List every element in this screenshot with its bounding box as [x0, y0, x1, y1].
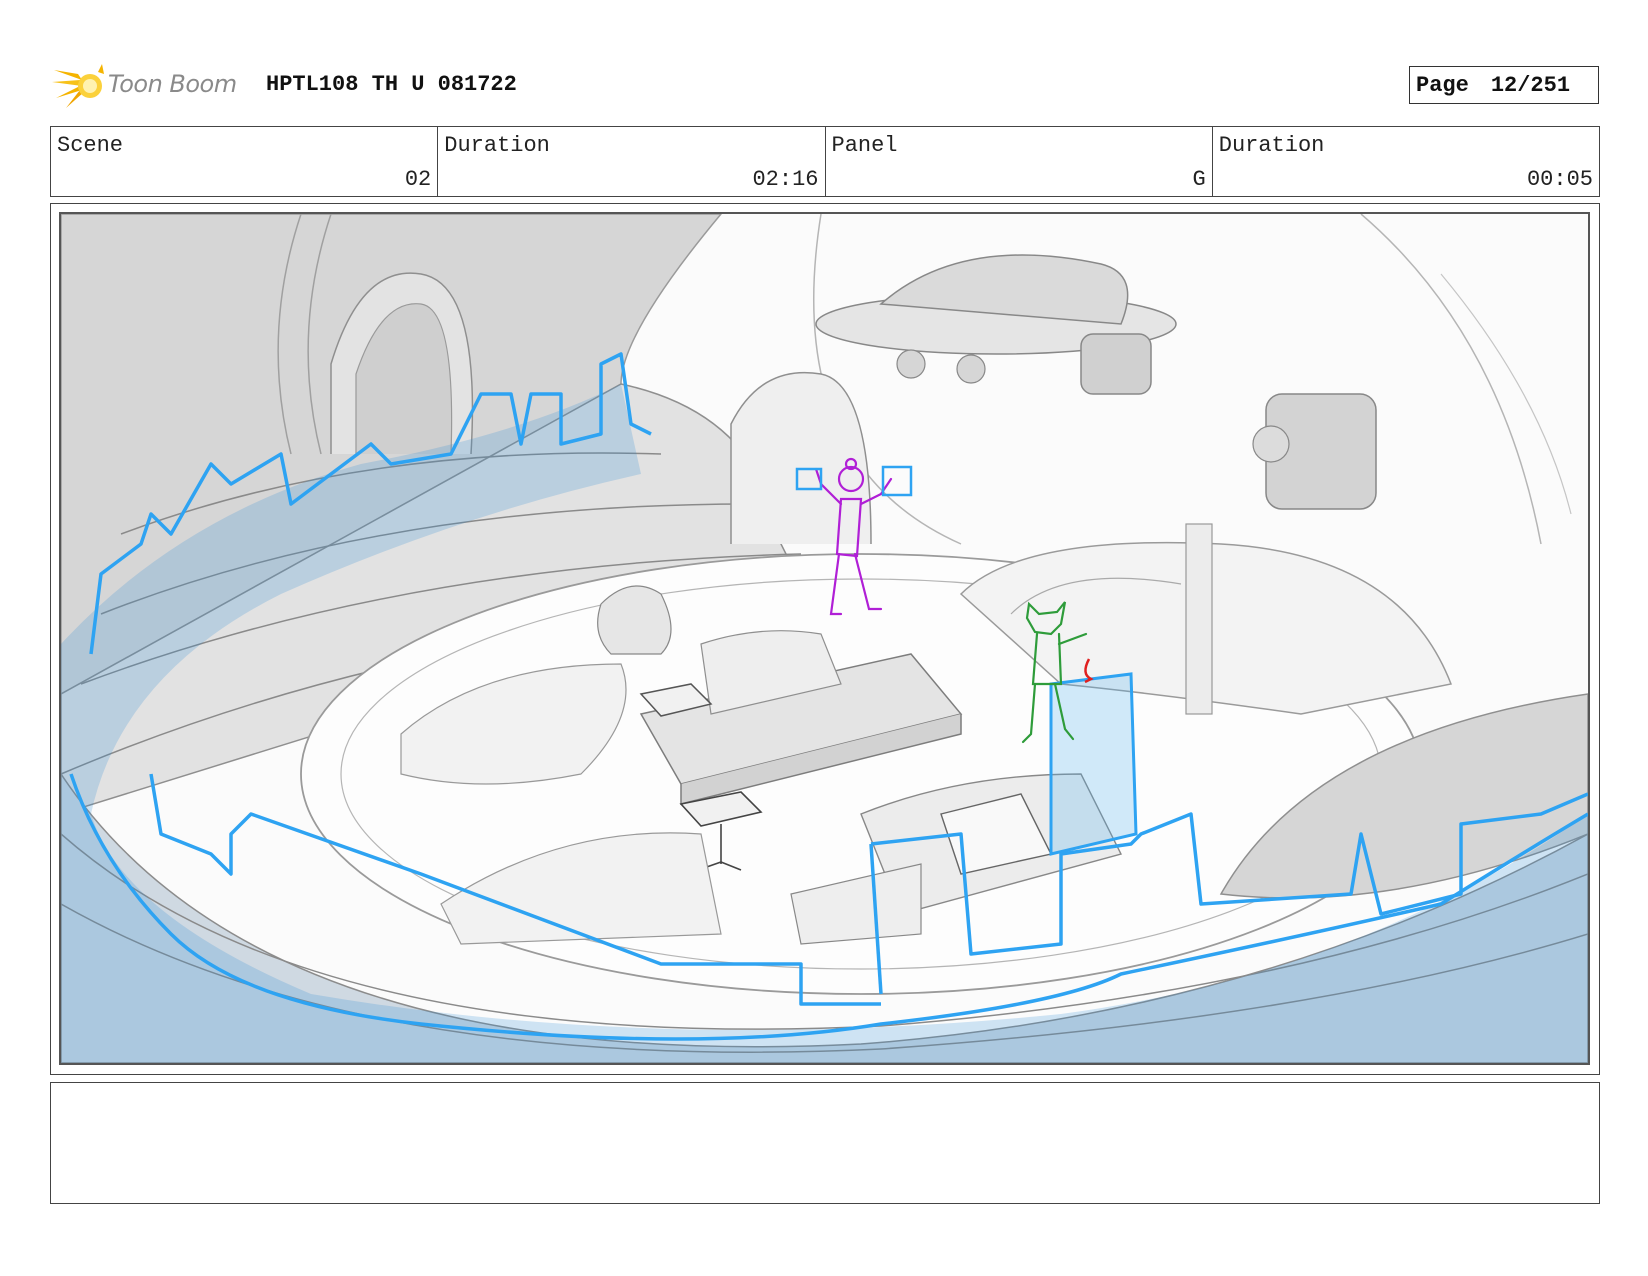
scene-sketch [61, 214, 1588, 1063]
storyboard-drawing [59, 212, 1590, 1065]
scene-value: 02 [404, 167, 432, 192]
page-number: 12/251 [1490, 72, 1571, 98]
panel-value: G [1192, 167, 1206, 192]
scene-duration-value: 02:16 [752, 167, 819, 192]
scene-duration-cell: Duration 02:16 [438, 127, 826, 196]
panel-info-table: Scene 02 Duration 02:16 Panel G Duration… [50, 126, 1600, 197]
page-header: Toon Boom HPTL108 TH U 081722 Page 12/25… [50, 58, 1600, 108]
page-indicator: Page 12/251 [1409, 66, 1599, 104]
scene-duration-label: Duration [444, 133, 550, 158]
toon-boom-logo: Toon Boom [52, 60, 252, 110]
storyboard-panel-frame [50, 203, 1600, 1075]
page-label: Page [1416, 72, 1469, 98]
logo-text: Toon Boom [108, 70, 237, 98]
panel-duration-value: 00:05 [1526, 167, 1593, 192]
panel-cell: Panel G [826, 127, 1213, 196]
panel-duration-label: Duration [1218, 133, 1325, 158]
starburst-icon [52, 64, 104, 108]
project-code: HPTL108 TH U 081722 [266, 72, 517, 97]
scene-label: Scene [57, 133, 124, 158]
panel-label: Panel [831, 133, 898, 158]
panel-notes-box [50, 1082, 1600, 1204]
scene-cell: Scene 02 [51, 127, 439, 196]
panel-duration-cell: Duration 00:05 [1213, 127, 1599, 196]
